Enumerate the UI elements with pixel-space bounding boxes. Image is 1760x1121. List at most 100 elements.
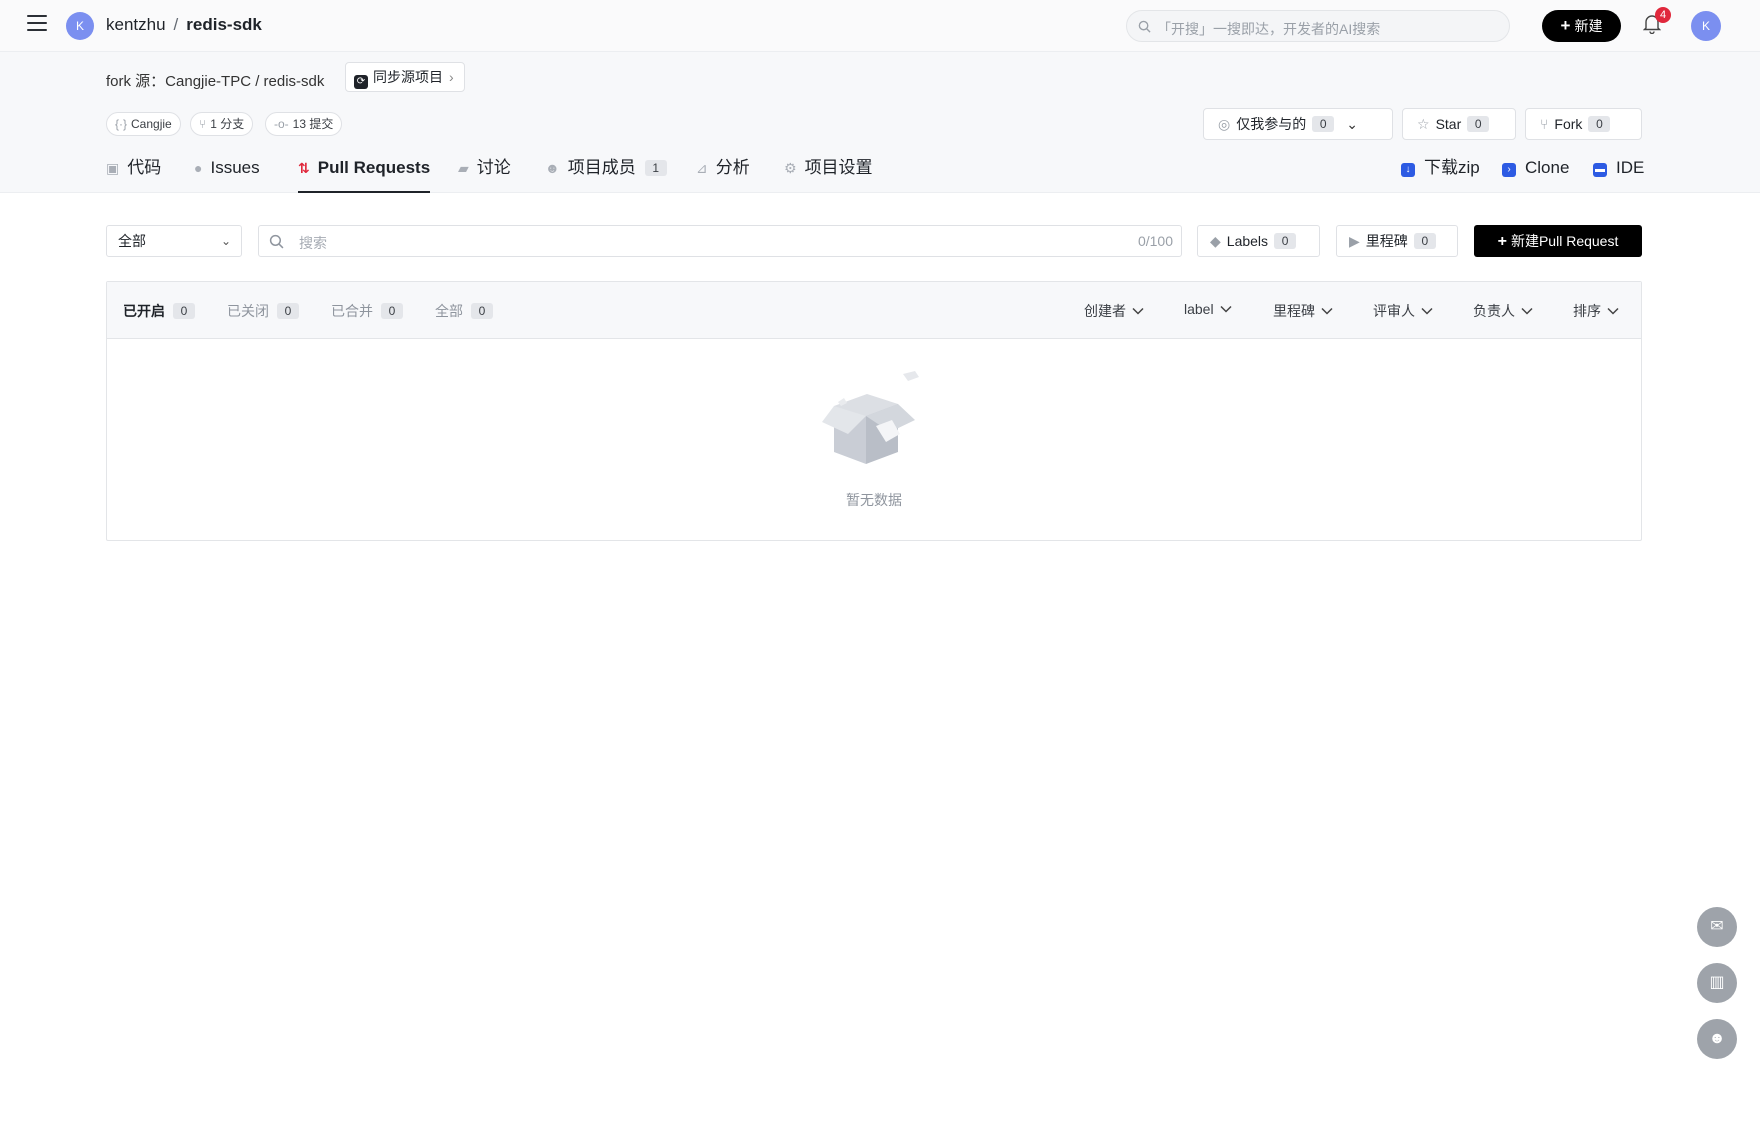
- code-icon: ▣: [106, 160, 120, 176]
- filter-author[interactable]: 创建者: [1084, 301, 1144, 321]
- star-count: 0: [1467, 116, 1490, 132]
- tab-discussions[interactable]: ▰ 讨论: [458, 156, 511, 193]
- notification-badge: 4: [1655, 7, 1671, 23]
- owner-avatar[interactable]: K: [66, 12, 94, 40]
- watch-button[interactable]: ◎ 仅我参与的 0 ⌄: [1203, 108, 1393, 140]
- pull-request-icon: ⇅: [298, 160, 310, 176]
- user-avatar[interactable]: K: [1691, 11, 1721, 41]
- filter-milestone[interactable]: 里程碑: [1273, 301, 1333, 321]
- chevron-down-icon: [1607, 307, 1619, 315]
- tab-analytics[interactable]: ⊿ 分析: [696, 156, 750, 193]
- fork-label: Fork: [1554, 116, 1583, 132]
- filter-label[interactable]: label: [1184, 301, 1232, 317]
- chevron-down-icon: ⌄: [1346, 116, 1358, 132]
- new-pull-request-button[interactable]: + 新建Pull Request: [1474, 225, 1642, 257]
- notifications-button[interactable]: 4: [1642, 7, 1671, 36]
- state-tab-closed-label: 已关闭: [227, 303, 269, 319]
- building-icon: ▥: [1709, 974, 1725, 991]
- tab-members-label: 项目成员: [567, 158, 636, 177]
- menu-icon[interactable]: [27, 15, 47, 35]
- chevron-right-icon: ›: [449, 69, 454, 85]
- state-tab-all[interactable]: 全部 0: [435, 301, 493, 321]
- pr-search-counter: 0/100: [1137, 233, 1173, 249]
- state-tab-merged[interactable]: 已合并 0: [331, 301, 403, 321]
- fork-icon: ⑂: [1540, 116, 1549, 132]
- tab-pull-requests[interactable]: ⇅ Pull Requests: [298, 156, 431, 193]
- fork-count: 0: [1588, 116, 1611, 132]
- mail-icon: ✉: [1710, 918, 1724, 935]
- labels-count: 0: [1274, 233, 1297, 249]
- state-tab-closed-count: 0: [277, 303, 299, 319]
- branch-icon: ⑂: [199, 117, 207, 131]
- plus-icon: +: [1497, 233, 1507, 250]
- filter-assignee[interactable]: 负责人: [1473, 301, 1533, 321]
- sync-icon: ⟳: [354, 75, 368, 89]
- clone-label: Clone: [1525, 158, 1570, 177]
- search-icon: [269, 234, 284, 249]
- tag-icon: ◆: [1210, 233, 1221, 249]
- branches-label: 1 分支: [210, 117, 245, 131]
- new-button-label: 新建: [1574, 18, 1603, 34]
- breadcrumb-owner[interactable]: kentzhu: [106, 15, 166, 34]
- clone-button[interactable]: › Clone: [1502, 156, 1569, 180]
- feedback-button[interactable]: ☻: [1697, 1019, 1737, 1059]
- tab-analytics-label: 分析: [715, 158, 750, 177]
- list-header: 已开启 0 已关闭 0 已合并 0 全部 0 创建者 label 里程碑 评审人 负责人…: [107, 282, 1641, 339]
- pr-search-input[interactable]: 搜索 0/100: [258, 225, 1182, 257]
- fork-button[interactable]: ⑂ Fork 0: [1525, 108, 1642, 140]
- language-pill[interactable]: {·} Cangjie: [106, 112, 181, 136]
- issue-icon: ●: [194, 160, 203, 176]
- state-tab-open-count: 0: [173, 303, 195, 319]
- eye-icon: ◎: [1218, 116, 1231, 132]
- filter-author-label: 创建者: [1084, 303, 1126, 319]
- enterprise-button[interactable]: ▥: [1697, 963, 1737, 1003]
- breadcrumb-separator: /: [173, 15, 179, 34]
- tab-settings-label: 项目设置: [804, 158, 873, 177]
- mail-button[interactable]: ✉: [1697, 907, 1737, 947]
- gear-icon: ⚙: [784, 160, 797, 176]
- star-icon: ☆: [1417, 116, 1430, 132]
- tab-issues[interactable]: ● Issues: [194, 156, 260, 193]
- tab-code[interactable]: ▣ 代码: [106, 156, 161, 193]
- state-tab-open[interactable]: 已开启 0: [123, 301, 195, 321]
- filter-milestone-label: 里程碑: [1273, 303, 1315, 319]
- new-button[interactable]: + 新建: [1542, 10, 1621, 42]
- tab-members[interactable]: ☻ 项目成员 1: [545, 156, 667, 193]
- commits-label: 13 提交: [292, 117, 334, 131]
- milestone-icon: ▶: [1349, 233, 1360, 249]
- tab-pull-requests-label: Pull Requests: [317, 158, 431, 177]
- scope-select[interactable]: 全部 ⌄: [106, 225, 242, 257]
- language-label: Cangjie: [131, 117, 172, 131]
- repo-header: fork 源：Cangjie-TPC / redis-sdk ⟳ 同步源项目 › {…: [0, 52, 1760, 193]
- commits-pill[interactable]: -o- 13 提交: [265, 112, 343, 136]
- state-tab-closed[interactable]: 已关闭 0: [227, 301, 299, 321]
- tab-settings[interactable]: ⚙ 项目设置: [784, 156, 873, 193]
- comment-icon: ▰: [458, 160, 469, 176]
- state-tab-all-count: 0: [471, 303, 493, 319]
- chevron-down-icon: [1521, 307, 1533, 315]
- chart-icon: ⊿: [696, 160, 708, 176]
- filter-reviewer[interactable]: 评审人: [1373, 301, 1433, 321]
- download-zip-label: 下载zip: [1424, 158, 1480, 177]
- sort-dropdown-label: 排序: [1573, 303, 1601, 319]
- fork-source[interactable]: fork 源：Cangjie-TPC / redis-sdk: [106, 70, 324, 91]
- download-zip-button[interactable]: ↓ 下载zip: [1401, 156, 1480, 180]
- sync-source-button[interactable]: ⟳ 同步源项目 ›: [345, 62, 465, 92]
- milestones-button[interactable]: ▶ 里程碑 0: [1336, 225, 1458, 257]
- tab-code-label: 代码: [127, 158, 162, 177]
- branches-pill[interactable]: ⑂ 1 分支: [190, 112, 254, 136]
- ide-button[interactable]: ▬ IDE: [1593, 156, 1644, 180]
- labels-button[interactable]: ◆ Labels 0: [1197, 225, 1320, 257]
- state-tab-all-label: 全部: [435, 303, 463, 319]
- sort-dropdown[interactable]: 排序: [1573, 301, 1619, 321]
- star-button[interactable]: ☆ Star 0: [1402, 108, 1516, 140]
- tab-members-count: 1: [644, 160, 667, 176]
- star-label: Star: [1435, 116, 1462, 132]
- chevron-down-icon: [1132, 307, 1144, 315]
- plus-icon: +: [1560, 16, 1571, 35]
- state-tab-merged-label: 已合并: [331, 303, 373, 319]
- scope-select-value: 全部: [118, 233, 146, 249]
- empty-box-icon: [822, 371, 919, 464]
- breadcrumb-repo[interactable]: redis-sdk: [186, 15, 262, 34]
- global-search-input[interactable]: 「开搜」一搜即达，开发者的AI搜索: [1126, 10, 1510, 42]
